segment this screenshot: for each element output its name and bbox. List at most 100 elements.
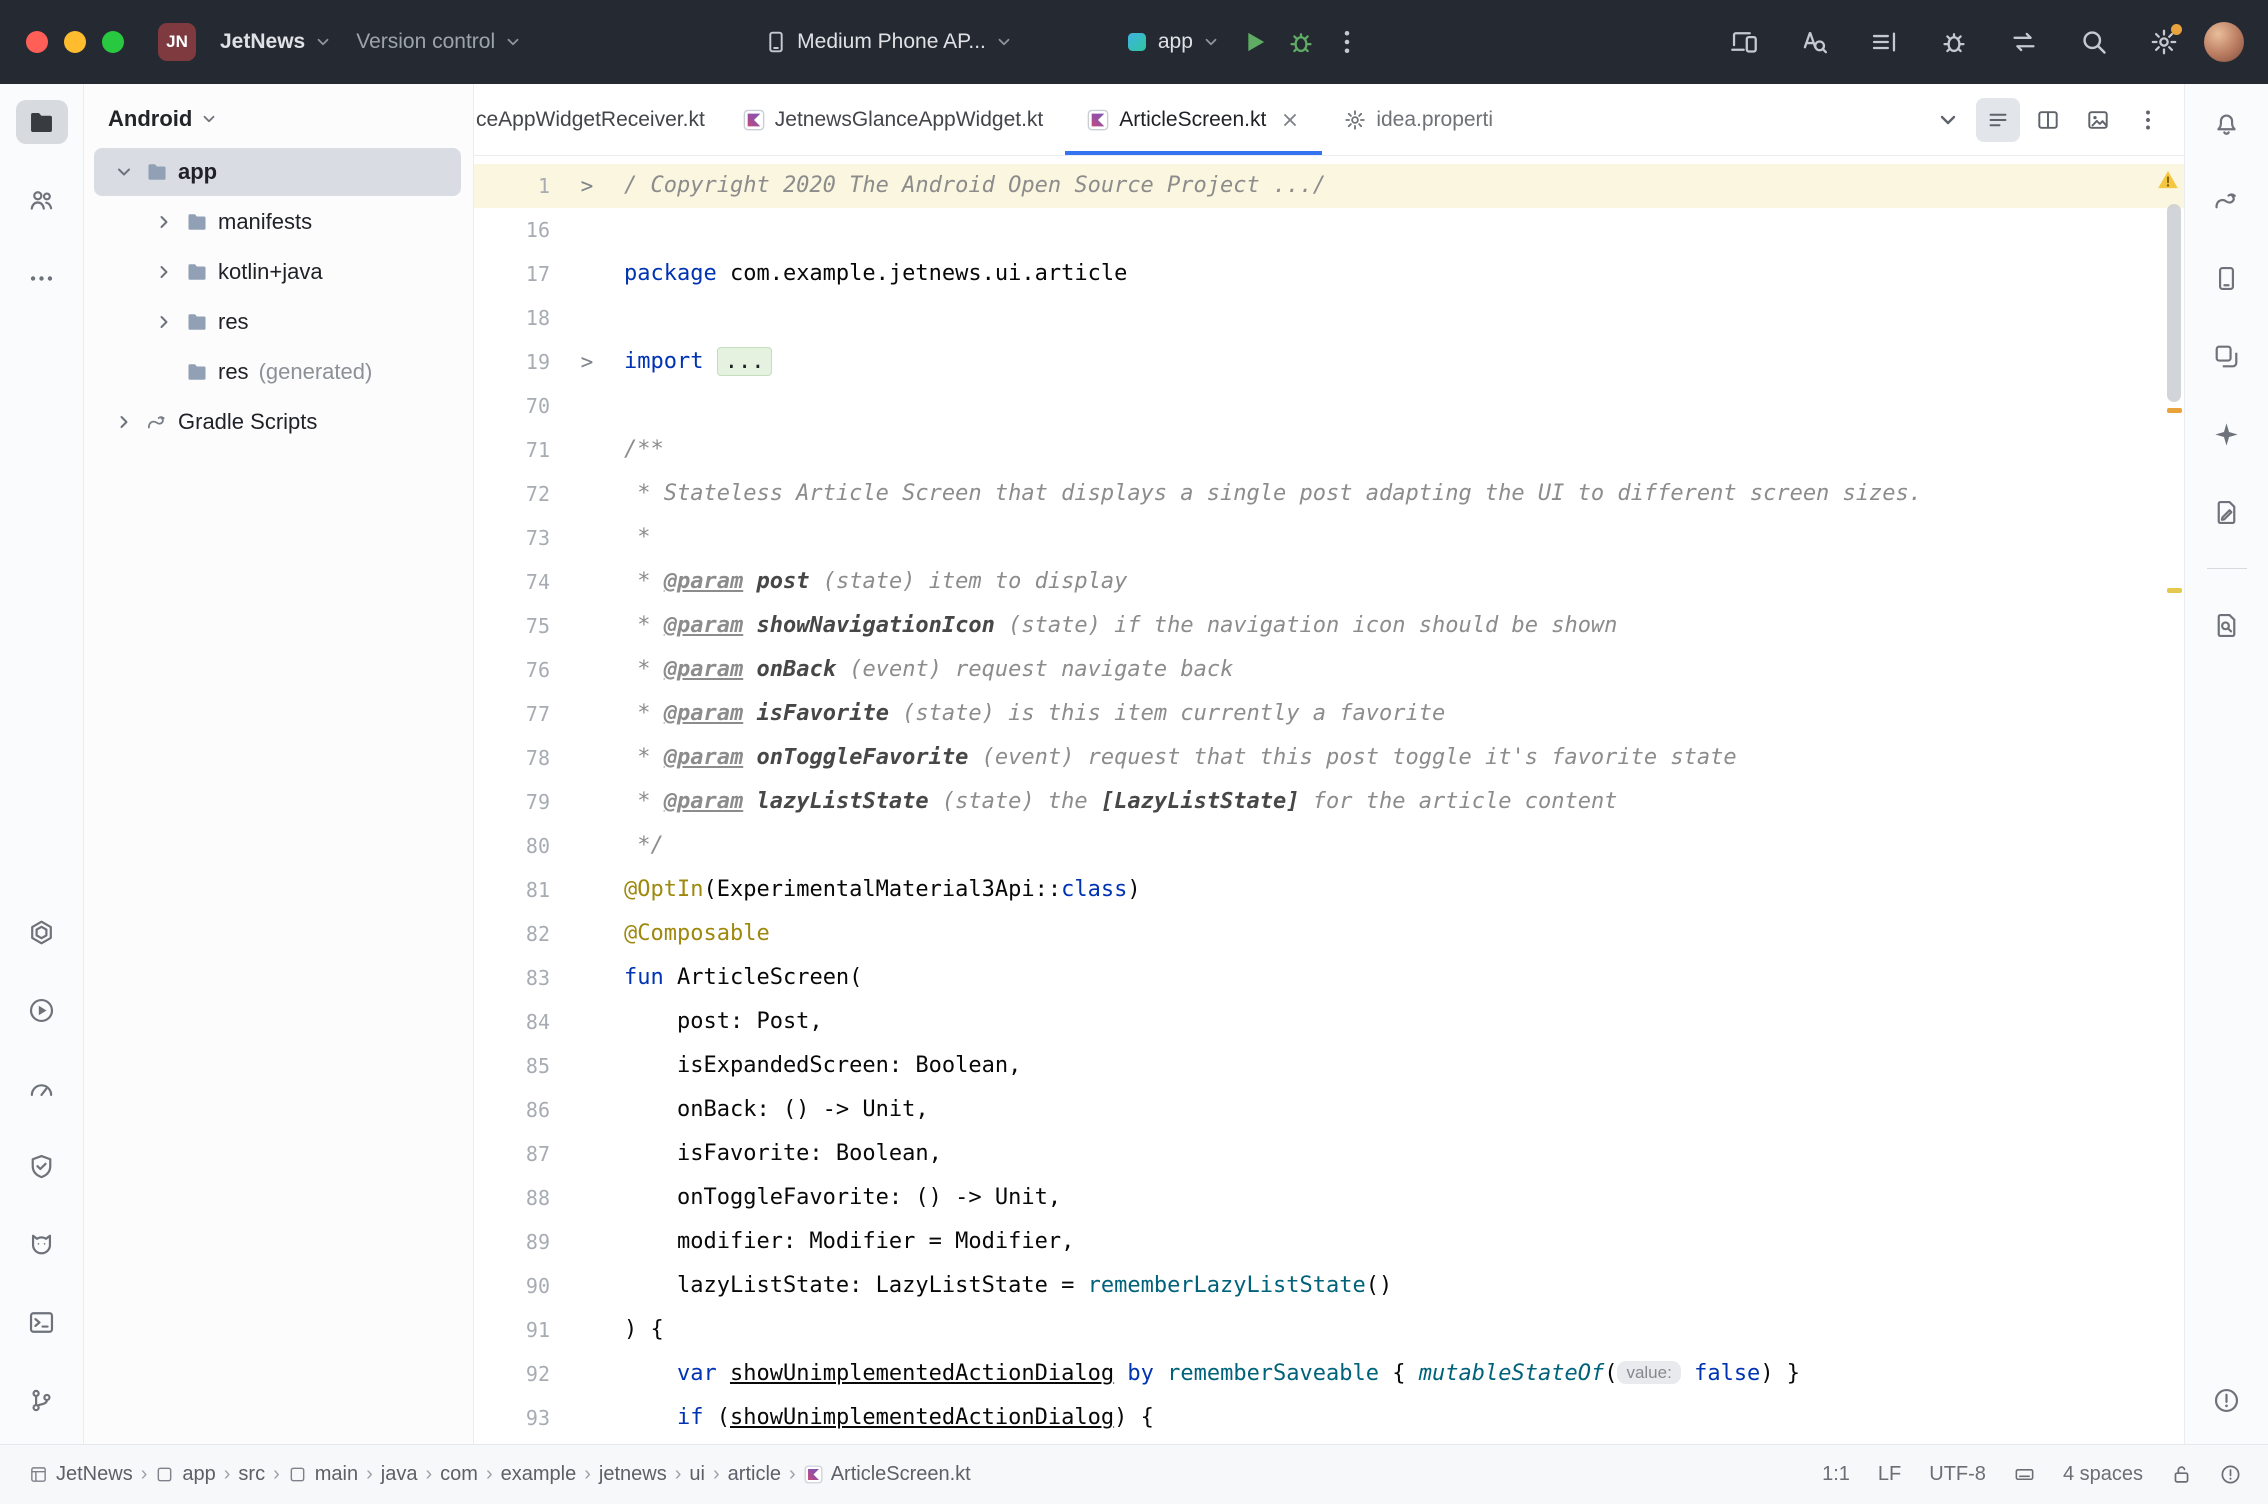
code-text[interactable]: */ <box>624 824 2184 868</box>
device-selector-menu[interactable]: Medium Phone AP... <box>752 21 1025 63</box>
logcat-button[interactable] <box>16 1222 68 1266</box>
breadcrumb-src[interactable]: src <box>231 1459 272 1490</box>
code-text[interactable]: isExpandedScreen: Boolean, <box>624 1044 2184 1088</box>
chevron-right-icon[interactable] <box>112 412 136 432</box>
line-separator[interactable]: LF <box>1867 1459 1912 1490</box>
more-run-actions-button[interactable] <box>1324 19 1370 65</box>
gradle-button[interactable] <box>2201 178 2253 222</box>
gemini-button[interactable] <box>2201 412 2253 456</box>
device-mirror-button[interactable] <box>1722 20 1766 64</box>
breadcrumb-example[interactable]: example <box>494 1459 584 1490</box>
device-manager-button[interactable] <box>2201 256 2253 300</box>
editor-scrollbar[interactable] <box>2164 156 2184 1444</box>
code-text[interactable] <box>624 296 2184 340</box>
tree-item-res[interactable]: res <box>94 298 461 346</box>
task-list-button[interactable] <box>1862 20 1906 64</box>
build-button[interactable] <box>16 910 68 954</box>
code-text[interactable]: /** <box>624 428 2184 472</box>
breadcrumb-article[interactable]: article <box>721 1459 788 1490</box>
code-text[interactable]: * @param post (state) item to display <box>624 560 2184 604</box>
editor-tab-jetnewsglanceappwidget-kt[interactable]: JetnewsGlanceAppWidget.kt <box>721 84 1065 155</box>
profiler-button[interactable] <box>1932 20 1976 64</box>
file-encoding[interactable]: UTF-8 <box>1918 1459 1997 1490</box>
problems-button[interactable] <box>2201 1378 2253 1422</box>
notifications-button[interactable] <box>2201 100 2253 144</box>
chevron-right-icon[interactable] <box>152 312 176 332</box>
debug-button[interactable] <box>1278 19 1324 65</box>
split-view-button[interactable] <box>2026 98 2070 142</box>
search-actions-button[interactable] <box>1792 20 1836 64</box>
tree-item-app[interactable]: app <box>94 148 461 196</box>
more-vertical-button[interactable] <box>2126 98 2170 142</box>
code-text[interactable]: post: Post, <box>624 1000 2184 1044</box>
code-text[interactable]: fun ArticleScreen( <box>624 956 2184 1000</box>
project-view-selector[interactable]: Android <box>98 100 228 138</box>
project-button[interactable] <box>16 100 68 144</box>
code-text[interactable]: ) { <box>624 1308 2184 1352</box>
code-text[interactable]: if (showUnimplementedActionDialog) { <box>624 1396 2184 1440</box>
project-menu[interactable]: JetNews <box>208 21 344 63</box>
chevron-down-button[interactable] <box>1926 98 1970 142</box>
code-text[interactable]: @Composable <box>624 912 2184 956</box>
breadcrumb-articlescreen-kt[interactable]: ArticleScreen.kt <box>797 1459 978 1490</box>
caret-position[interactable]: 1:1 <box>1811 1459 1861 1490</box>
code-text[interactable]: * @param showNavigationIcon (state) if t… <box>624 604 2184 648</box>
tree-item-res-generated[interactable]: res(generated) <box>94 348 461 396</box>
design-view-button[interactable] <box>2076 98 2120 142</box>
chevron-right-icon[interactable] <box>152 212 176 232</box>
warning-stripe-mark[interactable] <box>2167 408 2182 413</box>
find-document-button[interactable] <box>2201 603 2253 647</box>
error-indicator[interactable] <box>2209 1460 2252 1489</box>
code-text[interactable]: var showUnimplementedActionDialog by rem… <box>624 1352 2184 1396</box>
run-configuration-menu[interactable]: app <box>1113 21 1232 63</box>
breadcrumb-main[interactable]: main <box>281 1459 365 1490</box>
chevron-right-icon[interactable] <box>152 262 176 282</box>
code-text[interactable] <box>624 384 2184 428</box>
chevron-down-icon[interactable] <box>112 162 136 182</box>
close-icon[interactable] <box>1280 110 1300 130</box>
search-button[interactable] <box>2072 20 2116 64</box>
warning-stripe-mark[interactable] <box>2167 588 2182 593</box>
code-text[interactable]: modifier: Modifier = Modifier, <box>624 1220 2184 1264</box>
minimize-window-button[interactable] <box>64 31 86 53</box>
code-text[interactable]: onBack: () -> Unit, <box>624 1088 2184 1132</box>
profiler-gauge-button[interactable] <box>16 1066 68 1110</box>
close-window-button[interactable] <box>26 31 48 53</box>
run-button[interactable] <box>16 988 68 1032</box>
version-control-menu[interactable]: Version control <box>344 21 534 63</box>
breadcrumb-ui[interactable]: ui <box>682 1459 712 1490</box>
code-text[interactable]: package com.example.jetnews.ui.article <box>624 252 2184 296</box>
breadcrumb-jetnews[interactable]: jetnews <box>592 1459 674 1490</box>
keyboard-button[interactable] <box>2003 1460 2046 1489</box>
code-text[interactable] <box>624 208 2184 252</box>
avatar[interactable] <box>2204 22 2244 62</box>
more-tools-button[interactable] <box>16 256 68 300</box>
code-view-button[interactable] <box>1976 98 2020 142</box>
editor-tab-articlescreen-kt[interactable]: ArticleScreen.kt <box>1065 84 1322 155</box>
code-text[interactable]: * @param onToggleFavorite (event) reques… <box>624 736 2184 780</box>
edit-document-button[interactable] <box>2201 490 2253 534</box>
code-text[interactable]: * @param onBack (event) request navigate… <box>624 648 2184 692</box>
code-text[interactable]: @OptIn(ExperimentalMaterial3Api::class) <box>624 868 2184 912</box>
code-text[interactable]: * Stateless Article Screen that displays… <box>624 472 2184 516</box>
editor-tab-idea-properti[interactable]: idea.properti <box>1322 84 1515 155</box>
tree-item-manifests[interactable]: manifests <box>94 198 461 246</box>
indent-config[interactable]: 4 spaces <box>2052 1459 2154 1490</box>
code-with-me-button[interactable] <box>2002 20 2046 64</box>
git-branch-button[interactable] <box>16 1378 68 1422</box>
fold-marker[interactable]: > <box>550 164 624 208</box>
breadcrumb-java[interactable]: java <box>374 1459 425 1490</box>
write-access-toggle[interactable] <box>2160 1460 2203 1489</box>
breadcrumb-jetnews[interactable]: JetNews <box>22 1459 140 1490</box>
pull-requests-button[interactable] <box>16 178 68 222</box>
code-text[interactable]: * <box>624 516 2184 560</box>
resource-manager-button[interactable] <box>2201 334 2253 378</box>
code-text[interactable]: import ... <box>624 340 2184 384</box>
tree-item-kotlin-java[interactable]: kotlin+java <box>94 248 461 296</box>
breadcrumb-com[interactable]: com <box>433 1459 485 1490</box>
app-insights-button[interactable] <box>16 1144 68 1188</box>
breadcrumb-app[interactable]: app <box>148 1459 222 1490</box>
code-text[interactable]: onToggleFavorite: () -> Unit, <box>624 1176 2184 1220</box>
editor-tab-ceappwidgetreceiver-kt[interactable]: ceAppWidgetReceiver.kt <box>474 84 721 155</box>
fold-marker[interactable]: > <box>550 340 624 384</box>
